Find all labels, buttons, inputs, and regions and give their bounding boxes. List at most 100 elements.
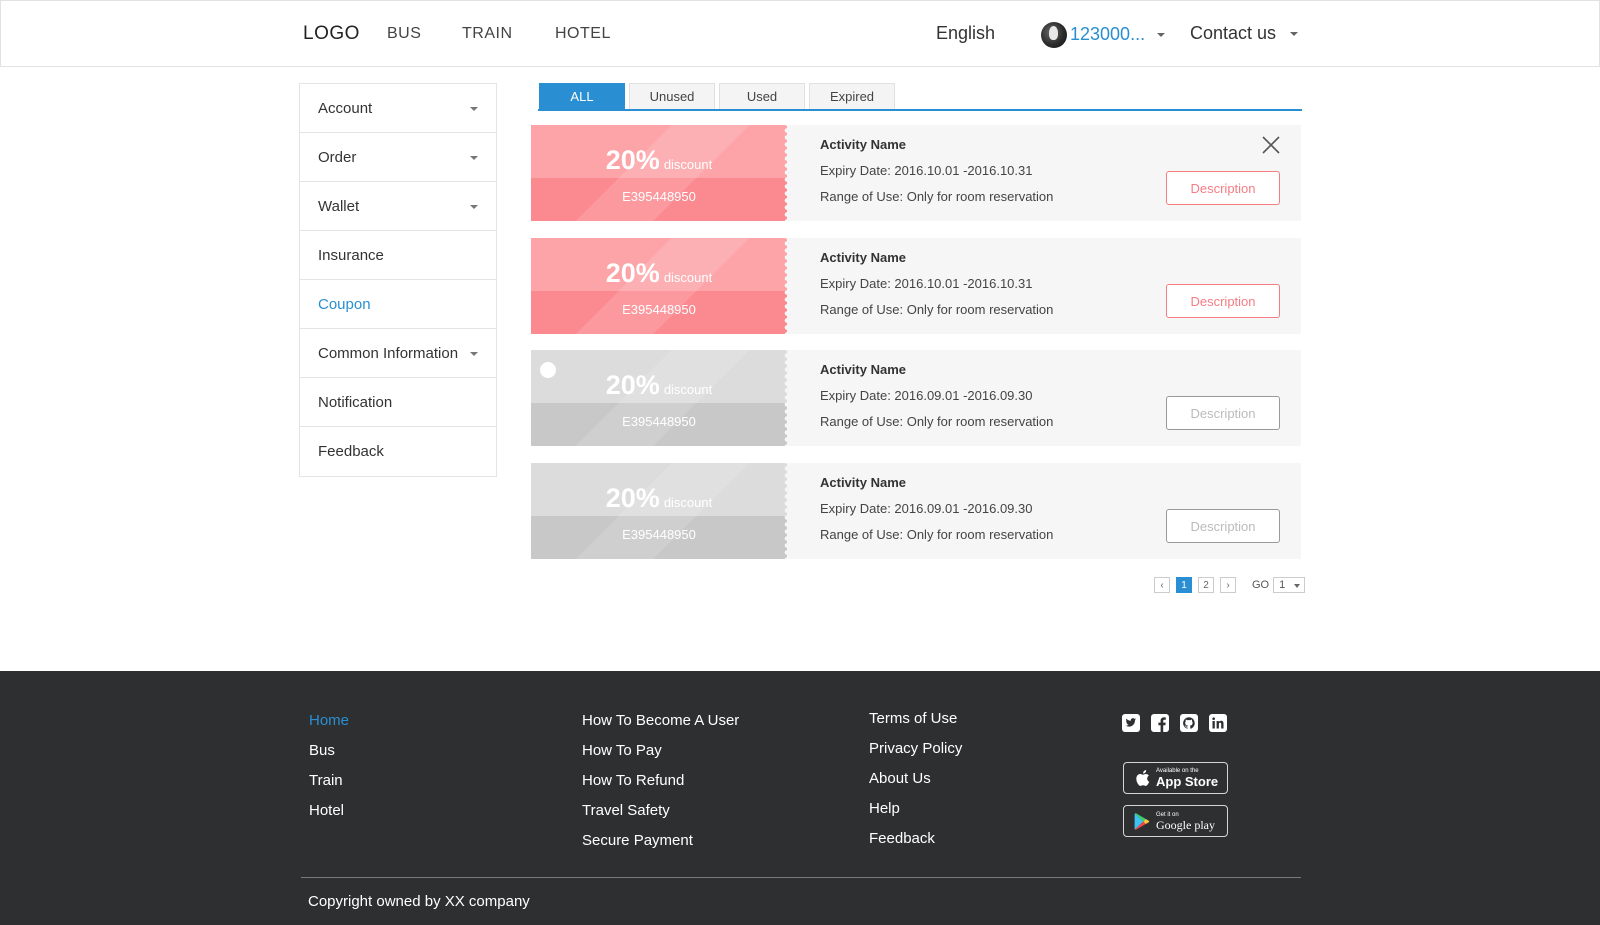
expiry-date: Expiry Date: 2016.09.01 -2016.09.30 — [820, 501, 1033, 516]
coupon-code: E395448950 — [622, 302, 696, 317]
google-play-caption: Get it on — [1156, 811, 1179, 818]
twitter-icon[interactable] — [1122, 714, 1140, 732]
range-of-use: Range of Use: Only for room reservation — [820, 189, 1054, 204]
discount-percent: 20% — [605, 145, 660, 175]
chevron-down-icon — [1290, 31, 1299, 36]
expiry-date: Expiry Date: 2016.10.01 -2016.10.31 — [820, 163, 1033, 178]
coupon-code: E395448950 — [622, 527, 696, 542]
sidebar-item-feedback[interactable]: Feedback — [300, 427, 496, 476]
range-of-use: Range of Use: Only for room reservation — [820, 527, 1054, 542]
coupon-ticket: 20% discount E395448950 — [531, 350, 787, 446]
activity-name: Activity Name — [820, 137, 906, 152]
footer-column-legal: Terms of Use Privacy Policy About Us Hel… — [869, 709, 962, 859]
close-icon[interactable] — [1261, 135, 1281, 155]
footer-link-hotel[interactable]: Hotel — [309, 801, 349, 821]
google-play-badge[interactable]: Get it on Google play — [1123, 805, 1228, 837]
tab-used[interactable]: Used — [719, 83, 805, 109]
logo[interactable]: LOGO — [303, 23, 360, 45]
sidebar-item-common-information[interactable]: Common Information — [300, 329, 496, 378]
app-store-badge[interactable]: Available on the App Store — [1123, 762, 1228, 794]
nav-train[interactable]: TRAIN — [462, 25, 513, 43]
sidebar-item-label: Order — [318, 148, 357, 166]
avatar — [1041, 21, 1067, 48]
copyright-text: Copyright owned by XX company — [308, 893, 530, 910]
top-header: LOGO BUS TRAIN HOTEL English 123000... C… — [0, 0, 1600, 67]
sidebar-item-account[interactable]: Account — [300, 84, 496, 133]
nav-bus[interactable]: BUS — [387, 25, 421, 43]
discount-label: discount — [663, 382, 713, 397]
tab-expired[interactable]: Expired — [809, 83, 895, 109]
sidebar-item-label: Coupon — [318, 295, 371, 313]
footer-link-home[interactable]: Home — [309, 711, 349, 731]
chevron-down-icon — [1294, 584, 1301, 588]
footer-link-secure-payment[interactable]: Secure Payment — [582, 831, 739, 851]
social-links — [1122, 714, 1238, 732]
coupon-ticket: 20% discount E395448950 — [531, 463, 787, 559]
chevron-down-icon — [470, 352, 478, 356]
coupon-ticket: 20% discount E395448950 — [531, 238, 787, 334]
discount-label: discount — [663, 157, 713, 172]
linkedin-icon[interactable] — [1209, 714, 1227, 732]
expiry-date: Expiry Date: 2016.10.01 -2016.10.31 — [820, 276, 1033, 291]
sidebar-item-label: Common Information — [318, 344, 459, 362]
description-button[interactable]: Description — [1166, 171, 1280, 205]
sidebar-item-label: Insurance — [318, 246, 384, 264]
coupon-card: 20% discount E395448950 Activity Name Exp… — [531, 125, 1301, 221]
footer-link-how-to-refund[interactable]: How To Refund — [582, 771, 739, 791]
footer-link-how-to-pay[interactable]: How To Pay — [582, 741, 739, 761]
footer-link-terms[interactable]: Terms of Use — [869, 709, 962, 729]
sidebar-item-order[interactable]: Order — [300, 133, 496, 182]
chevron-down-icon — [470, 107, 478, 111]
coupon-code: E395448950 — [622, 414, 696, 429]
facebook-icon[interactable] — [1151, 714, 1169, 732]
range-of-use: Range of Use: Only for room reservation — [820, 302, 1054, 317]
sidebar-item-wallet[interactable]: Wallet — [300, 182, 496, 231]
language-selector[interactable]: English — [936, 23, 995, 44]
range-of-use: Range of Use: Only for room reservation — [820, 414, 1054, 429]
user-menu[interactable]: 123000... — [1041, 21, 1166, 48]
discount-label: discount — [663, 495, 713, 510]
footer-divider — [301, 877, 1301, 878]
footer: Home Bus Train Hotel How To Become A Use… — [0, 671, 1600, 925]
sidebar-item-label: Notification — [318, 393, 393, 411]
footer-column-help: How To Become A User How To Pay How To R… — [582, 711, 739, 861]
description-button[interactable]: Description — [1166, 396, 1280, 430]
chevron-down-icon — [1157, 32, 1166, 37]
page-2-button[interactable]: 2 — [1198, 577, 1214, 593]
description-button[interactable]: Description — [1166, 509, 1280, 543]
contact-label: Contact us — [1190, 23, 1277, 43]
description-button[interactable]: Description — [1166, 284, 1280, 318]
prev-page-button[interactable]: ‹ — [1154, 577, 1170, 593]
sidebar-item-label: Account — [318, 99, 373, 117]
contact-menu[interactable]: Contact us — [1190, 23, 1299, 44]
github-icon[interactable] — [1180, 714, 1198, 732]
footer-link-about[interactable]: About Us — [869, 769, 962, 789]
page-select[interactable]: 1 — [1273, 577, 1306, 593]
tab-unused[interactable]: Unused — [629, 83, 715, 109]
footer-link-feedback[interactable]: Feedback — [869, 829, 962, 849]
coupon-card: 20% discount E395448950 Activity Name Exp… — [531, 238, 1301, 334]
sidebar-item-notification[interactable]: Notification — [300, 378, 496, 427]
coupon-info: Activity Name Expiry Date: 2016.09.01 -2… — [820, 360, 1053, 432]
coupon-card: 20% discount E395448950 Activity Name Exp… — [531, 463, 1301, 559]
discount-label: discount — [663, 270, 713, 285]
tab-all[interactable]: ALL — [539, 83, 625, 109]
footer-link-become-user[interactable]: How To Become A User — [582, 711, 739, 731]
sidebar-item-insurance[interactable]: Insurance — [300, 231, 496, 280]
footer-link-travel-safety[interactable]: Travel Safety — [582, 801, 739, 821]
google-play-label: Google play — [1156, 817, 1215, 832]
sidebar-item-coupon[interactable]: Coupon — [300, 280, 496, 329]
page-1-button[interactable]: 1 — [1176, 577, 1192, 593]
nav-hotel[interactable]: HOTEL — [555, 25, 611, 43]
coupon-card: 20% discount E395448950 Activity Name Exp… — [531, 350, 1301, 446]
footer-link-help[interactable]: Help — [869, 799, 962, 819]
footer-link-bus[interactable]: Bus — [309, 741, 349, 761]
footer-link-train[interactable]: Train — [309, 771, 349, 791]
sidebar-item-label: Wallet — [318, 197, 360, 215]
footer-link-privacy[interactable]: Privacy Policy — [869, 739, 962, 759]
app-store-label: App Store — [1156, 774, 1219, 789]
activity-name: Activity Name — [820, 362, 906, 377]
go-label: GO — [1252, 579, 1270, 591]
next-page-button[interactable]: › — [1220, 577, 1236, 593]
chevron-down-icon — [470, 156, 478, 160]
